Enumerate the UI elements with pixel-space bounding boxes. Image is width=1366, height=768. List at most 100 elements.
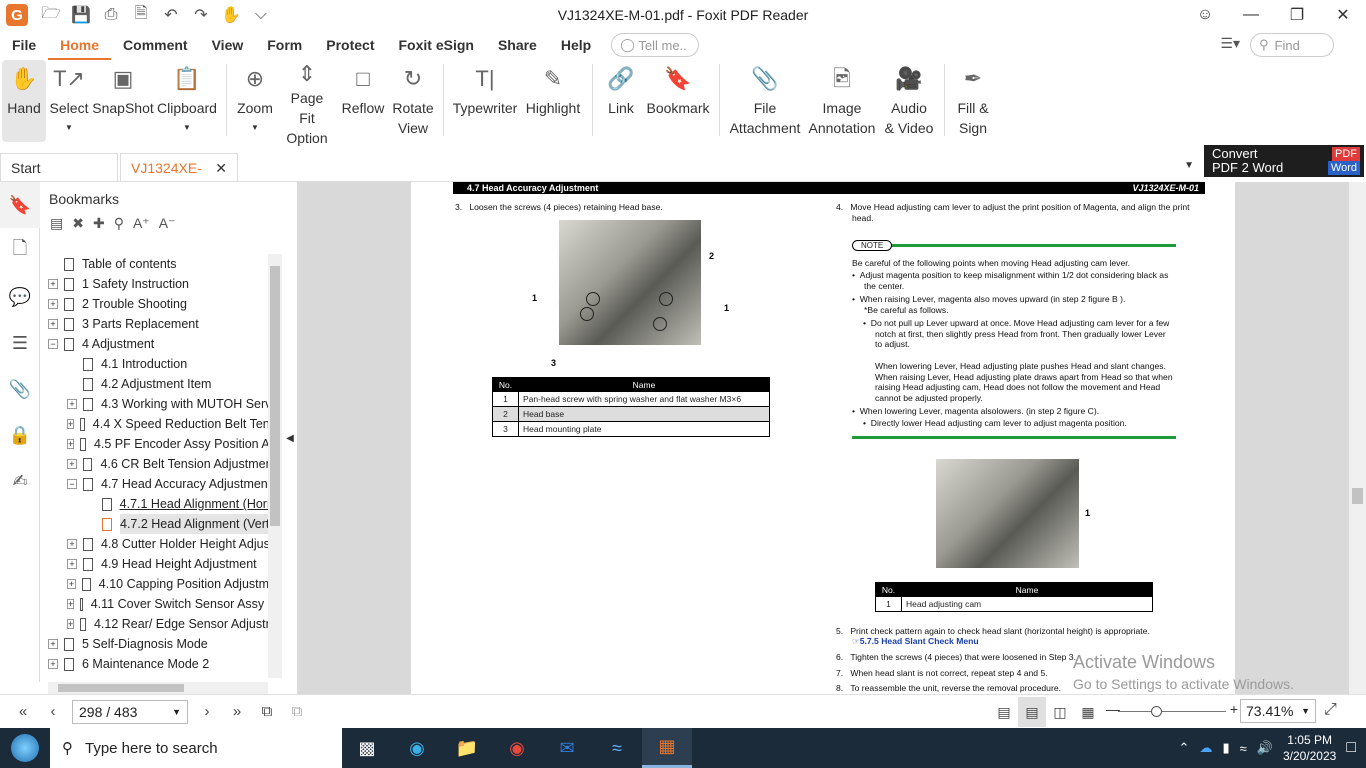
slider-knob[interactable] bbox=[1151, 705, 1162, 717]
bookmark-item[interactable]: 4.7.2 Head Alignment (Verti bbox=[48, 514, 276, 534]
bookmark-item[interactable]: 4.2 Adjustment Item bbox=[48, 374, 276, 394]
reflow-button[interactable]: □ Reflow bbox=[337, 60, 389, 142]
close-tab-icon[interactable]: ✕ bbox=[215, 154, 227, 181]
collapse-icon[interactable]: − bbox=[48, 339, 58, 349]
network-icon[interactable]: ≈ bbox=[1240, 741, 1247, 756]
expand-icon[interactable]: + bbox=[48, 639, 58, 649]
page-number-input[interactable]: 298 / 483 ▼ bbox=[72, 699, 188, 724]
undo-icon[interactable]: ↶ bbox=[156, 0, 186, 30]
file-attachment-button[interactable]: 📎 File Attachment bbox=[726, 60, 804, 142]
collapse-icon[interactable]: − bbox=[67, 479, 77, 489]
highlight-button[interactable]: ✎ Highlight bbox=[520, 60, 586, 142]
tab-share[interactable]: Share bbox=[486, 30, 549, 60]
bookmarks-vertical-scrollbar[interactable] bbox=[268, 254, 282, 678]
first-page-icon[interactable]: « bbox=[8, 697, 38, 727]
continuous-view-icon[interactable]: ▤ bbox=[1018, 697, 1046, 727]
rotate-view-button[interactable]: ↻ Rotate View bbox=[389, 60, 437, 142]
outlook-icon[interactable]: ✉ bbox=[542, 728, 592, 768]
close-window-button[interactable]: ✕ bbox=[1320, 0, 1366, 30]
options-menu-icon[interactable]: ▤ bbox=[50, 215, 63, 232]
tab-view[interactable]: View bbox=[200, 30, 256, 60]
tab-file[interactable]: File bbox=[0, 30, 48, 60]
scrollbar-thumb[interactable] bbox=[58, 684, 184, 692]
attachments-panel-icon[interactable]: 📎 bbox=[0, 366, 40, 412]
collapse-panel-arrow-icon[interactable]: ◀ bbox=[283, 182, 297, 694]
bookmark-item[interactable]: − 4.7 Head Accuracy Adjustment bbox=[48, 474, 276, 494]
expand-icon[interactable]: + bbox=[67, 559, 77, 569]
bookmark-item[interactable]: +4.11 Cover Switch Sensor Assy P bbox=[48, 594, 276, 614]
bookmark-item[interactable]: +4.8 Cutter Holder Height Adjust bbox=[48, 534, 276, 554]
head-slant-check-link[interactable]: ☞5.7.5 Head Slant Check Menu bbox=[852, 636, 979, 647]
print-icon[interactable]: ⎙ bbox=[96, 0, 126, 30]
zoom-slider[interactable]: — + bbox=[1106, 701, 1238, 719]
expand-icon[interactable]: + bbox=[67, 599, 75, 609]
account-icon[interactable]: ☺ bbox=[1182, 0, 1228, 30]
expand-icon[interactable]: + bbox=[48, 299, 58, 309]
zoom-button[interactable]: ⊕ Zoom ▼ bbox=[233, 60, 277, 142]
last-page-icon[interactable]: » bbox=[222, 697, 252, 727]
bookmarks-horizontal-scrollbar[interactable] bbox=[48, 682, 268, 694]
notifications-icon[interactable]: □ bbox=[1346, 739, 1356, 757]
expand-icon[interactable]: + bbox=[67, 399, 77, 409]
previous-view-icon[interactable]: ⧉ bbox=[252, 697, 282, 727]
link-button[interactable]: 🔗 Link bbox=[599, 60, 643, 142]
minimize-button[interactable]: — bbox=[1228, 0, 1274, 30]
next-view-icon[interactable]: ⧉ bbox=[282, 697, 312, 727]
find-bookmark-icon[interactable]: ⚲ bbox=[114, 215, 124, 232]
bookmark-item[interactable]: − 4 Adjustment bbox=[48, 334, 276, 354]
scrollbar-thumb[interactable] bbox=[270, 266, 280, 526]
previous-page-icon[interactable]: ‹ bbox=[38, 697, 68, 727]
taskbar-search-box[interactable]: ⚲ Type here to search bbox=[50, 728, 342, 768]
open-folder-icon[interactable]: 🗁 bbox=[36, 0, 66, 30]
bookmark-item[interactable]: +5 Self-Diagnosis Mode bbox=[48, 634, 276, 654]
tell-me-input[interactable]: ◯ Tell me.. bbox=[611, 33, 700, 57]
expand-icon[interactable]: + bbox=[67, 619, 75, 629]
clipboard-button[interactable]: 📋 Clipboard ▼ bbox=[154, 60, 220, 142]
delete-bookmark-icon[interactable]: ✖ bbox=[72, 215, 84, 232]
expand-icon[interactable]: + bbox=[48, 319, 58, 329]
taskbar-clock[interactable]: 1:05 PM 3/20/2023 bbox=[1283, 732, 1336, 764]
new-document-icon[interactable]: 🗎 bbox=[126, 0, 156, 30]
tab-help[interactable]: Help bbox=[549, 30, 603, 60]
tab-document[interactable]: VJ1324XE-M-...✕ bbox=[120, 153, 238, 204]
fill-sign-button[interactable]: ✒ Fill & Sign bbox=[951, 60, 995, 142]
layers-panel-icon[interactable]: ☰ bbox=[0, 320, 40, 366]
image-annotation-button[interactable]: 🖻 Image Annotation bbox=[804, 60, 880, 142]
comments-panel-icon[interactable]: 💬 bbox=[0, 274, 40, 320]
hand-button[interactable]: ✋ Hand bbox=[2, 60, 46, 142]
document-view[interactable]: 4.7 Head Accuracy Adjustment VJ1324XE-M-0… bbox=[297, 182, 1349, 694]
bookmark-item[interactable]: +4.3 Working with MUTOH Servi bbox=[48, 394, 276, 414]
bookmark-item[interactable]: +7 Maint... bbox=[48, 674, 276, 678]
start-button[interactable] bbox=[0, 728, 50, 768]
wifi-app-icon[interactable]: ≈ bbox=[592, 728, 642, 768]
select-button[interactable]: T↗ Select ▼ bbox=[46, 60, 92, 142]
tab-start[interactable]: Start bbox=[0, 153, 118, 181]
expand-icon[interactable]: + bbox=[67, 579, 76, 589]
bookmark-item[interactable]: +3 Parts Replacement bbox=[48, 314, 276, 334]
bookmark-item[interactable]: +4.4 X Speed Reduction Belt Tens bbox=[48, 414, 276, 434]
expand-icon[interactable]: + bbox=[67, 459, 77, 469]
bookmark-item[interactable]: +4.5 PF Encoder Assy Position Ac bbox=[48, 434, 276, 454]
fullscreen-icon[interactable]: ⤢ bbox=[1324, 701, 1337, 719]
maximize-button[interactable]: ❐ bbox=[1274, 0, 1320, 30]
signatures-panel-icon[interactable]: ✍ bbox=[0, 458, 40, 504]
bookmark-item[interactable]: +4.12 Rear/ Edge Sensor Adjustm bbox=[48, 614, 276, 634]
show-hidden-icons-icon[interactable]: ⌃ bbox=[1179, 740, 1190, 756]
tab-form[interactable]: Form bbox=[255, 30, 314, 60]
foxit-reader-taskbar-icon[interactable]: ▦ bbox=[642, 728, 692, 768]
scrollbar-thumb[interactable] bbox=[1352, 488, 1363, 504]
collapse-all-icon[interactable]: A⁻ bbox=[159, 215, 176, 232]
chrome-browser-icon[interactable]: ◉ bbox=[492, 728, 542, 768]
single-page-view-icon[interactable]: ▤ bbox=[990, 697, 1018, 727]
tab-home[interactable]: Home bbox=[48, 30, 112, 60]
expand-icon[interactable]: + bbox=[67, 539, 77, 549]
edge-browser-icon[interactable]: ◉ bbox=[392, 728, 442, 768]
snapshot-button[interactable]: ▣ SnapShot bbox=[92, 60, 154, 142]
redo-icon[interactable]: ↷ bbox=[186, 0, 216, 30]
bookmark-item[interactable]: +4.6 CR Belt Tension Adjustment bbox=[48, 454, 276, 474]
bookmark-item[interactable]: +2 Trouble Shooting bbox=[48, 294, 276, 314]
zoom-in-icon[interactable]: + bbox=[1230, 701, 1238, 717]
onedrive-icon[interactable]: ☁ bbox=[1199, 740, 1212, 756]
bookmark-item[interactable]: +1 Safety Instruction bbox=[48, 274, 276, 294]
typewriter-button[interactable]: T| Typewriter bbox=[450, 60, 520, 142]
